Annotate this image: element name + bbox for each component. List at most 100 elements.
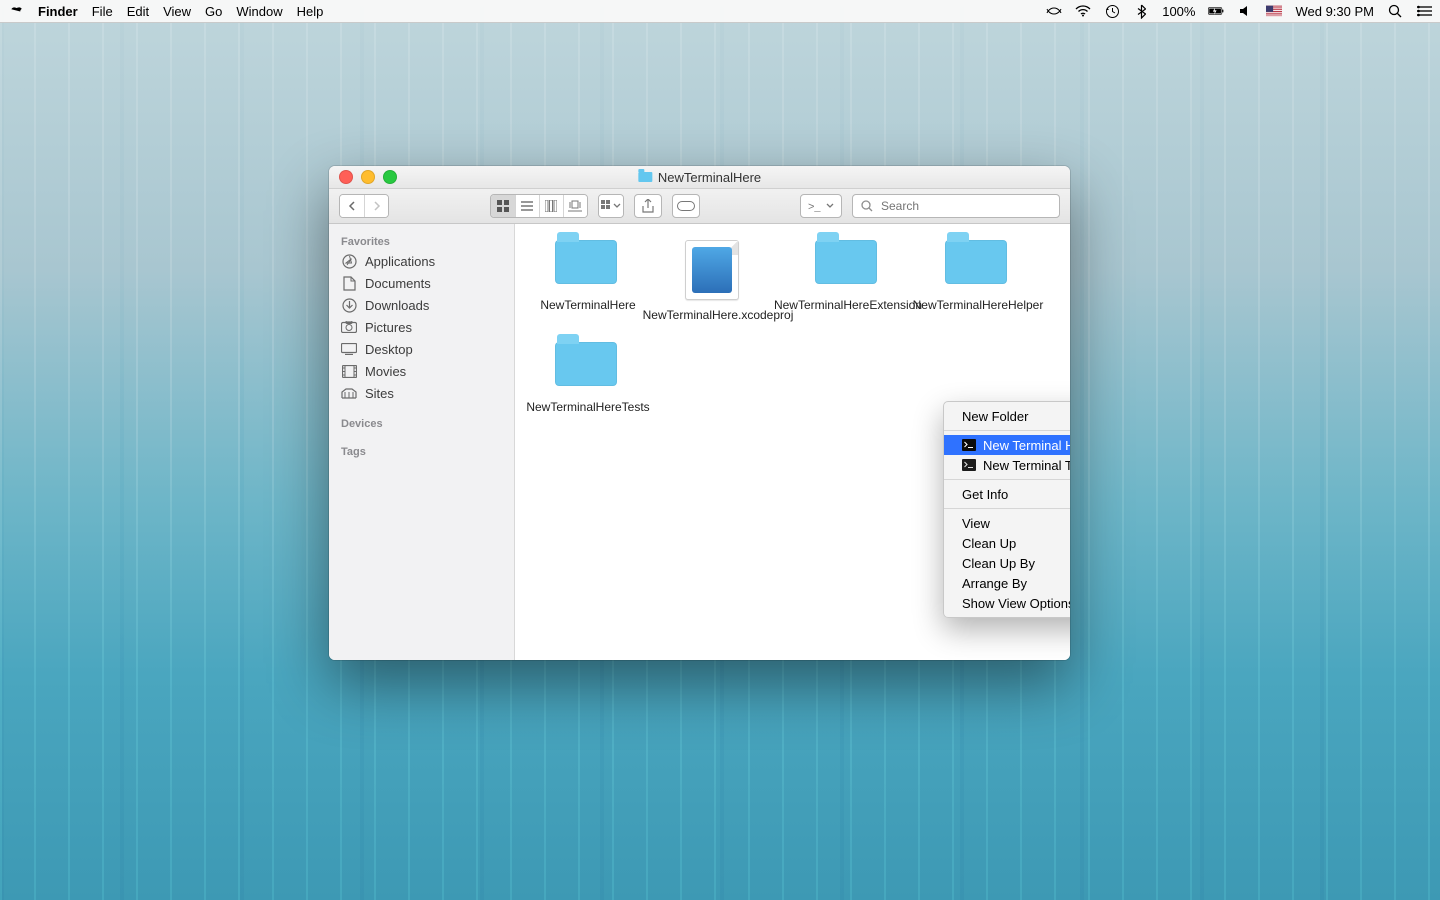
sidebar-item-label: Documents <box>365 276 431 291</box>
folder-icon <box>945 240 1007 284</box>
battery-icon[interactable] <box>1208 3 1224 19</box>
arrange-button[interactable] <box>599 195 623 217</box>
ctx-separator <box>944 508 1070 509</box>
search-field[interactable] <box>852 194 1060 218</box>
ctx-new-terminal-tab-here[interactable]: New Terminal Tab Here <box>944 455 1070 475</box>
content-area[interactable]: NewTerminalHere NewTerminalHere.xcodepro… <box>515 224 1070 660</box>
sidebar-item-pictures[interactable]: Pictures <box>329 316 514 338</box>
wifi-icon[interactable] <box>1075 3 1091 19</box>
search-input[interactable] <box>879 198 1051 214</box>
apple-menu-icon[interactable] <box>8 3 24 19</box>
ctx-new-terminal-here[interactable]: New Terminal Here <box>944 435 1070 455</box>
ctx-new-folder[interactable]: New Folder <box>944 406 1070 426</box>
spotlight-icon[interactable] <box>1387 3 1403 19</box>
sites-icon <box>341 385 357 401</box>
forward-button[interactable] <box>364 195 388 217</box>
ctx-separator <box>944 430 1070 431</box>
sidebar-item-label: Downloads <box>365 298 429 313</box>
file-item[interactable]: NewTerminalHere.xcodeproj <box>663 240 773 322</box>
tags-button[interactable] <box>672 194 700 218</box>
sidebar-item-desktop[interactable]: Desktop <box>329 338 514 360</box>
ctx-clean-up[interactable]: Clean Up <box>944 533 1070 553</box>
file-name: NewTerminalHere.xcodeproj <box>643 308 794 322</box>
ctx-clean-up-by[interactable]: Clean Up By▶ <box>944 553 1070 573</box>
battery-percent[interactable]: 100% <box>1162 4 1195 19</box>
window-close-button[interactable] <box>339 170 353 184</box>
xcode-project-icon <box>685 240 739 300</box>
file-name: NewTerminalHereExtension <box>774 298 922 312</box>
ctx-arrange-by[interactable]: Arrange By▶ <box>944 573 1070 593</box>
menu-bar: Finder File Edit View Go Window Help 100… <box>0 0 1440 23</box>
menu-file[interactable]: File <box>92 4 113 19</box>
view-coverflow-button[interactable] <box>563 195 587 217</box>
view-mode-switch <box>490 194 588 218</box>
sidebar-section-tags: Tags <box>329 442 514 460</box>
bluetooth-icon[interactable] <box>1133 3 1149 19</box>
sidebar-item-applications[interactable]: Applications <box>329 250 514 272</box>
menu-window[interactable]: Window <box>236 4 282 19</box>
downloads-icon <box>341 297 357 313</box>
sidebar-item-downloads[interactable]: Downloads <box>329 294 514 316</box>
path-menu[interactable]: >_ <box>800 194 842 218</box>
input-flag-icon[interactable] <box>1266 3 1282 19</box>
pictures-icon <box>341 319 357 335</box>
desktop-icon <box>341 341 357 357</box>
sidebar-section-favorites: Favorites <box>329 232 514 250</box>
share-button[interactable] <box>634 194 662 218</box>
movies-icon <box>341 363 357 379</box>
menu-view[interactable]: View <box>163 4 191 19</box>
sidebar-item-label: Pictures <box>365 320 412 335</box>
app-name[interactable]: Finder <box>38 4 78 19</box>
file-item[interactable]: NewTerminalHereExtension <box>793 240 903 322</box>
file-name: NewTerminalHere <box>540 298 635 312</box>
back-button[interactable] <box>340 195 364 217</box>
ctx-view[interactable]: View▶ <box>944 513 1070 533</box>
sidebar: Favorites Applications Documents Downloa… <box>329 224 515 660</box>
context-menu: New Folder New Terminal Here New Termina… <box>943 401 1070 618</box>
sidebar-item-sites[interactable]: Sites <box>329 382 514 404</box>
terminal-icon <box>962 459 976 471</box>
folder-icon <box>555 342 617 386</box>
window-minimize-button[interactable] <box>361 170 375 184</box>
folder-icon <box>815 240 877 284</box>
menu-help[interactable]: Help <box>297 4 324 19</box>
ctx-show-view-options[interactable]: Show View Options <box>944 593 1070 613</box>
file-item[interactable]: NewTerminalHere <box>533 240 643 322</box>
timemachine-icon[interactable] <box>1104 3 1120 19</box>
sidebar-item-label: Movies <box>365 364 406 379</box>
folder-icon <box>638 172 652 182</box>
menu-go[interactable]: Go <box>205 4 222 19</box>
sidebar-item-label: Desktop <box>365 342 413 357</box>
app-store-icon <box>341 253 357 269</box>
menu-edit[interactable]: Edit <box>127 4 149 19</box>
view-columns-button[interactable] <box>539 195 563 217</box>
sidebar-item-label: Sites <box>365 386 394 401</box>
window-title-text: NewTerminalHere <box>658 170 761 185</box>
window-zoom-button[interactable] <box>383 170 397 184</box>
terminal-icon <box>962 439 976 451</box>
arrange-menu[interactable] <box>598 194 624 218</box>
svg-text:>_: >_ <box>808 201 821 212</box>
finder-window: NewTerminalHere >_ Favorites Applicat <box>329 166 1070 660</box>
view-icons-button[interactable] <box>491 195 515 217</box>
search-icon <box>861 200 873 212</box>
file-name: NewTerminalHereTests <box>526 400 649 414</box>
volume-icon[interactable] <box>1237 3 1253 19</box>
file-name: NewTerminalHereHelper <box>913 298 1044 312</box>
view-list-button[interactable] <box>515 195 539 217</box>
notification-center-icon[interactable] <box>1416 3 1432 19</box>
file-item[interactable]: NewTerminalHereTests <box>533 342 643 414</box>
ctx-separator <box>944 479 1070 480</box>
toolbar: >_ <box>329 189 1070 224</box>
window-titlebar[interactable]: NewTerminalHere <box>329 166 1070 189</box>
window-title: NewTerminalHere <box>638 170 761 185</box>
sidebar-item-movies[interactable]: Movies <box>329 360 514 382</box>
sync-icon[interactable] <box>1046 3 1062 19</box>
clock[interactable]: Wed 9:30 PM <box>1295 4 1374 19</box>
ctx-get-info[interactable]: Get Info <box>944 484 1070 504</box>
folder-icon <box>555 240 617 284</box>
traffic-lights <box>339 170 397 184</box>
file-item[interactable]: NewTerminalHereHelper <box>923 240 1033 322</box>
sidebar-item-documents[interactable]: Documents <box>329 272 514 294</box>
nav-buttons <box>339 194 389 218</box>
